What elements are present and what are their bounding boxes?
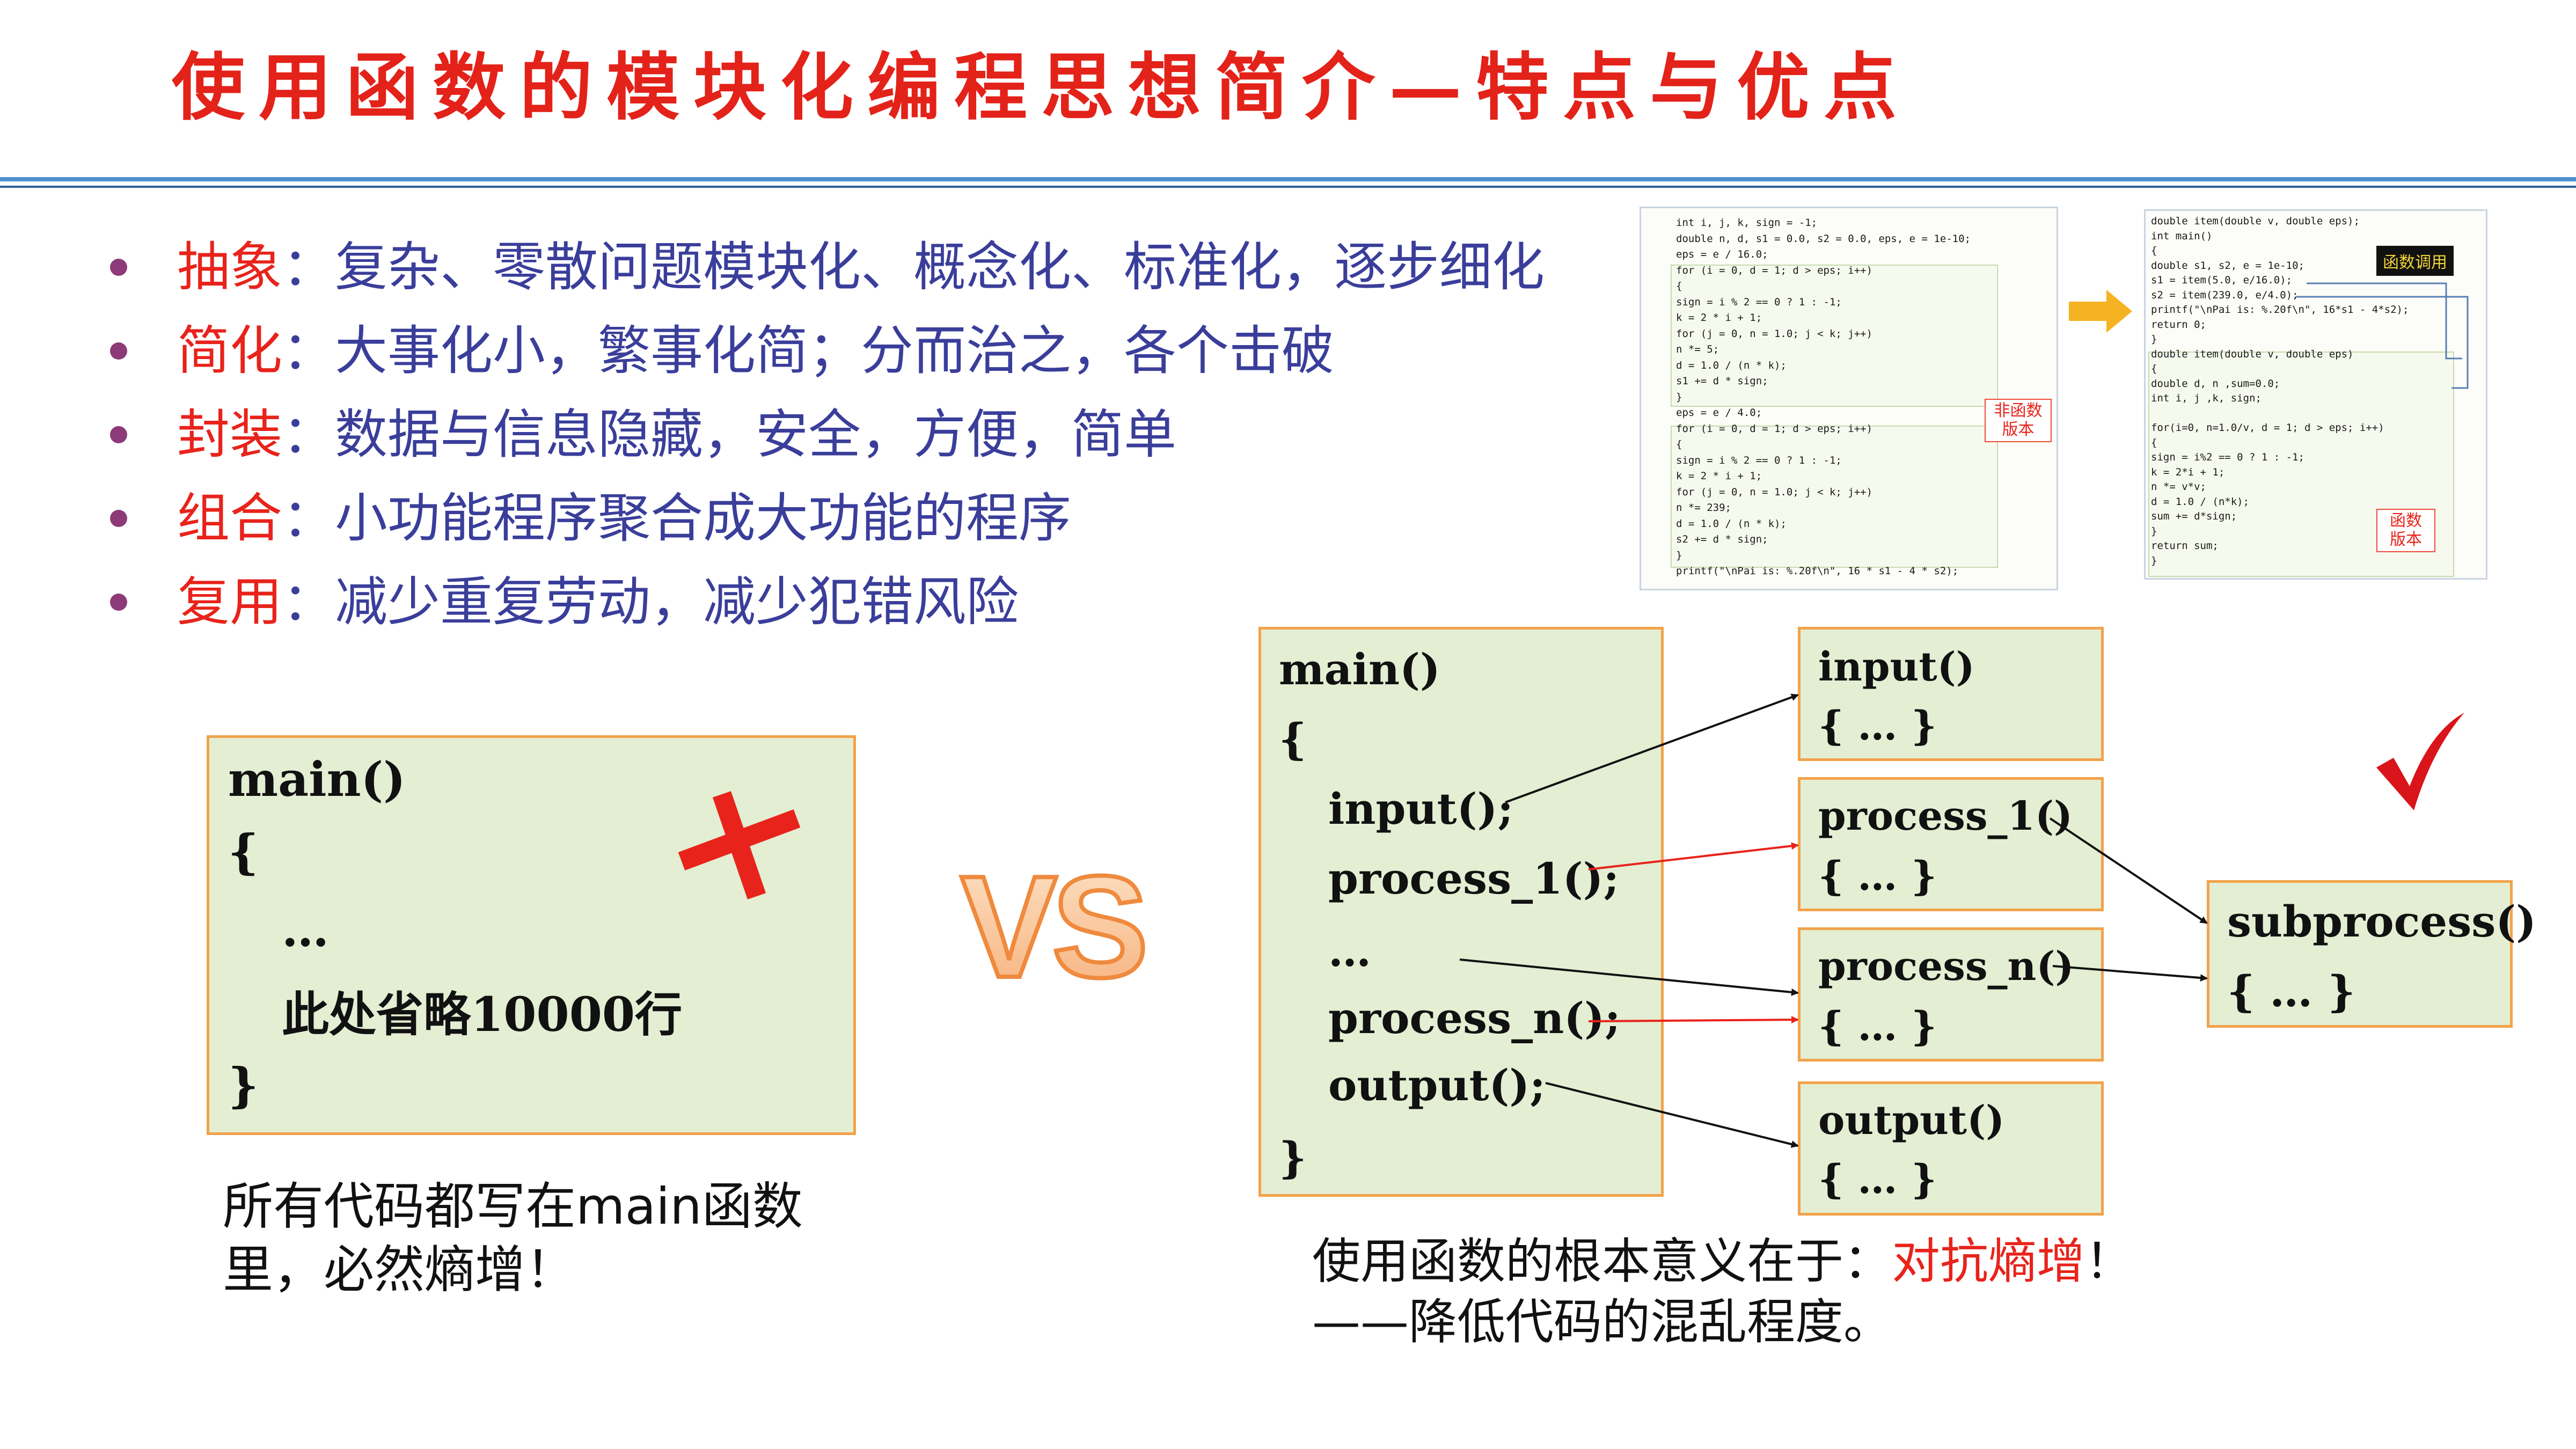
caption-text: 使用函数的根本意义在于： [1312, 1233, 1892, 1290]
check-icon [2376, 713, 2464, 810]
modular-caption: 使用函数的根本意义在于：对抗熵增！ ——降低代码的混乱程度。 [1312, 1232, 2133, 1352]
caption-line: 使用函数的根本意义在于：对抗熵增！ [1312, 1232, 2133, 1292]
caption-line: ——降低代码的混乱程度。 [1312, 1293, 1892, 1350]
call-arrows [1459, 693, 2208, 1148]
arrow-ellipsis [1459, 958, 1799, 996]
arrow-process-n [1588, 1016, 1799, 1024]
caption-text: ！ [2085, 1233, 2133, 1290]
caption-highlight: 对抗熵增 [1892, 1233, 2085, 1290]
arrow-input [1505, 693, 1799, 803]
arrow-process-1-sub [2049, 817, 2208, 924]
arrow-process-1 [1588, 842, 1799, 870]
arrow-output [1545, 1082, 1799, 1148]
arrow-process-n-sub [2052, 965, 2208, 982]
